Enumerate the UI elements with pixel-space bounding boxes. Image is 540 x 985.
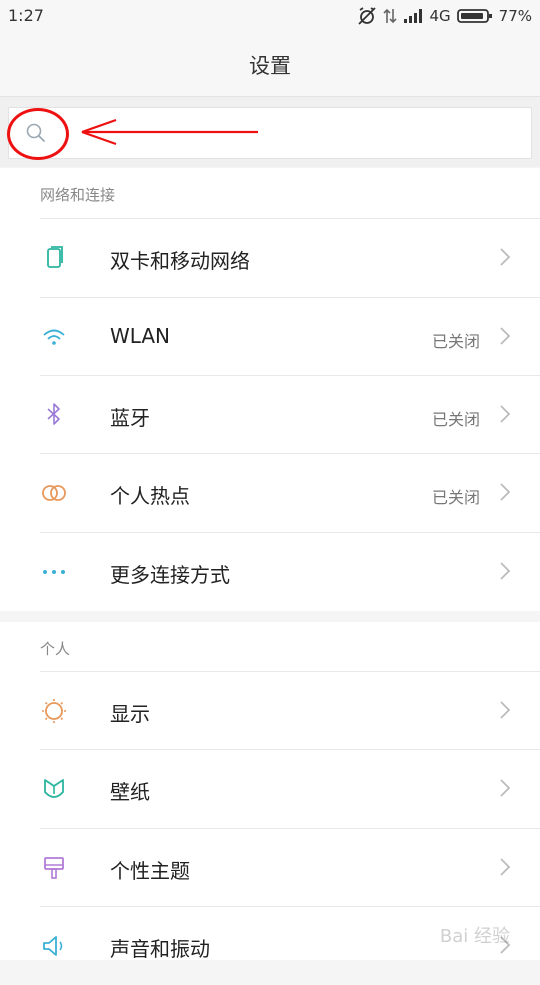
status-icons: 4G 77% <box>357 5 532 27</box>
annotation-circle <box>7 108 69 160</box>
status-time: 1:27 <box>8 6 44 25</box>
settings-row-wallpaper[interactable]: 壁纸 <box>0 750 540 828</box>
row-label: 声音和振动 <box>110 937 210 961</box>
row-label: 蓝牙 <box>110 406 150 430</box>
hotspot-icon <box>42 485 66 501</box>
data-arrows-icon <box>383 8 398 24</box>
section-header-network: 网络和连接 <box>40 186 116 204</box>
row-label: 个性主题 <box>110 859 190 883</box>
settings-row-theme[interactable]: 个性主题 <box>0 829 540 907</box>
row-status: 已关闭 <box>431 488 480 507</box>
display-sun-icon <box>42 699 66 723</box>
chevron-right-icon <box>500 405 511 423</box>
sim-cards-icon <box>47 246 63 268</box>
section-header-personal: 个人 <box>40 640 71 658</box>
chevron-right-icon <box>500 248 511 266</box>
settings-row-hotspot[interactable]: 个人热点 已关闭 <box>0 454 540 532</box>
battery-icon <box>456 9 492 23</box>
page-title: 设置 <box>249 54 291 78</box>
chevron-right-icon <box>500 562 511 580</box>
battery-percent: 77% <box>498 7 532 25</box>
settings-row-wlan[interactable]: WLAN 已关闭 <box>0 298 540 376</box>
section-network: 网络和连接 双卡和移动网络 WLAN 已关闭 蓝牙 已关闭 个人热点 已关闭 更… <box>0 168 540 611</box>
row-label: 个人热点 <box>110 484 190 508</box>
network-type: 4G <box>429 7 451 25</box>
settings-row-dual-sim[interactable]: 双卡和移动网络 <box>0 219 540 297</box>
chevron-right-icon <box>500 327 511 345</box>
title-bar: 设置 <box>0 32 540 97</box>
wifi-icon <box>43 329 65 345</box>
row-label: 双卡和移动网络 <box>110 249 250 273</box>
more-dots-icon <box>43 570 65 574</box>
chevron-right-icon <box>500 779 511 797</box>
row-status: 已关闭 <box>431 410 480 429</box>
wallpaper-icon <box>44 779 64 798</box>
chevron-right-icon <box>500 483 511 501</box>
row-label: 更多连接方式 <box>110 563 230 587</box>
row-label: WLAN <box>110 324 171 348</box>
signal-icon <box>404 9 423 23</box>
settings-row-display[interactable]: 显示 <box>0 672 540 750</box>
chevron-right-icon <box>500 701 511 719</box>
settings-row-bluetooth[interactable]: 蓝牙 已关闭 <box>0 376 540 454</box>
settings-row-more-connections[interactable]: 更多连接方式 <box>0 533 540 611</box>
status-bar: 1:27 4G 77% <box>0 0 540 32</box>
theme-brush-icon <box>44 857 64 879</box>
row-label: 显示 <box>110 702 150 726</box>
row-status: 已关闭 <box>431 332 480 351</box>
speaker-icon <box>43 936 63 956</box>
chevron-right-icon <box>500 858 511 876</box>
annotation-arrow-icon <box>81 118 258 146</box>
row-label: 壁纸 <box>110 780 150 804</box>
bluetooth-icon <box>47 403 60 425</box>
section-personal: 个人 显示 壁纸 个性主题 声音和振动 <box>0 622 540 961</box>
alarm-off-icon <box>358 7 377 25</box>
watermark: Bai 经验 <box>439 926 510 947</box>
